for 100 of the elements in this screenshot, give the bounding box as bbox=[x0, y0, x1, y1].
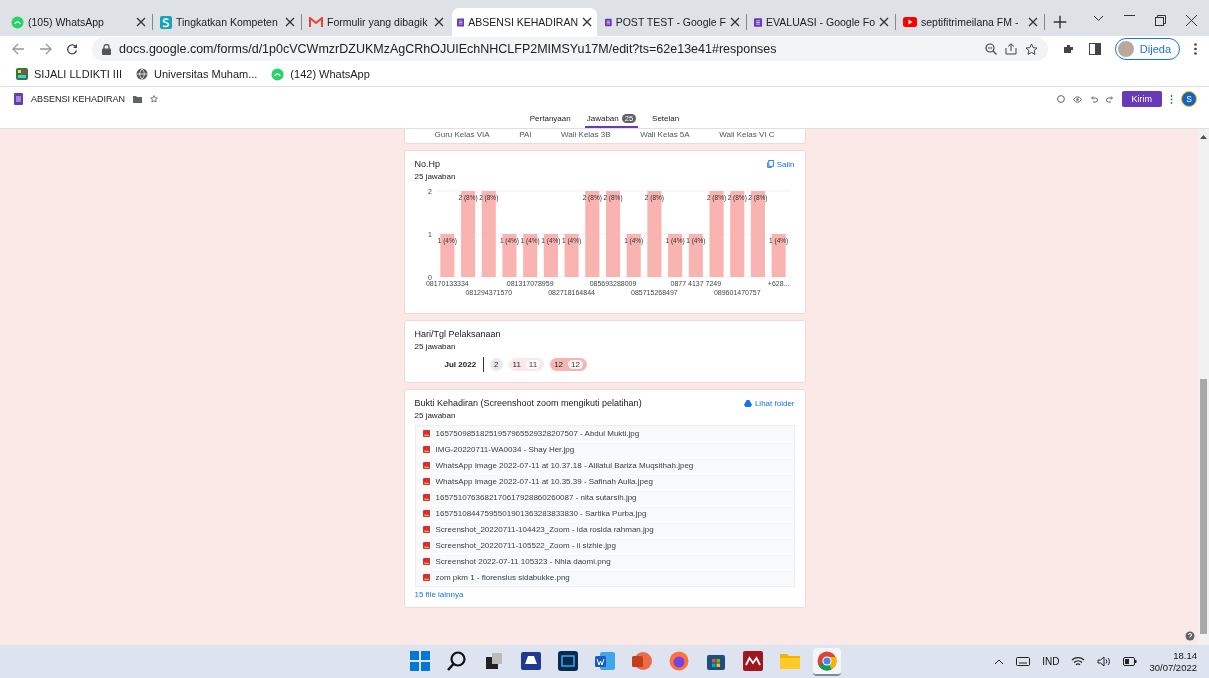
folder-icon[interactable] bbox=[133, 95, 143, 103]
browser-tab[interactable]: Formulir yang dibagik bbox=[304, 8, 449, 36]
month-label: Jul 2022 bbox=[444, 357, 485, 372]
close-icon[interactable] bbox=[582, 16, 592, 28]
image-file-icon bbox=[422, 478, 430, 485]
file-item[interactable]: Screenshot 2022-07-11 105323 - Nhla daomi.png bbox=[415, 554, 794, 570]
account-avatar[interactable]: S bbox=[1181, 91, 1197, 107]
image-file-icon bbox=[422, 462, 430, 469]
scrollbar-thumb[interactable] bbox=[1200, 379, 1207, 634]
firefox-icon bbox=[668, 649, 690, 672]
star-icon[interactable] bbox=[150, 95, 159, 103]
extensions-icon[interactable] bbox=[1061, 42, 1075, 56]
powerpoint-icon bbox=[631, 649, 653, 672]
redo-icon[interactable] bbox=[1105, 95, 1114, 103]
bookmark[interactable]: Universitas Muham... bbox=[136, 68, 258, 80]
menu-icon[interactable] bbox=[1194, 43, 1197, 55]
star-icon[interactable] bbox=[1024, 42, 1038, 56]
volume-icon[interactable] bbox=[1097, 656, 1112, 667]
time-label: 18.14 bbox=[1173, 649, 1197, 662]
close-icon[interactable] bbox=[1028, 16, 1038, 28]
browser-tab[interactable]: EVALUASI - Google Fo bbox=[749, 8, 894, 36]
file-item[interactable]: zom pkm 1 - florensius sidabukke.png bbox=[415, 570, 794, 586]
clock[interactable]: 18.14 30/07/2022 bbox=[1149, 649, 1197, 674]
reload-icon[interactable] bbox=[66, 43, 78, 55]
chevron-down-icon[interactable] bbox=[1093, 15, 1104, 22]
response-count: 25 jawaban bbox=[414, 342, 457, 351]
mendeley-icon bbox=[742, 649, 764, 672]
form-tab[interactable]: Setelan bbox=[650, 111, 682, 128]
wifi-icon[interactable] bbox=[1071, 656, 1086, 667]
scroll-up-icon[interactable] bbox=[1200, 134, 1207, 140]
file-item[interactable]: Screenshot_20220711-104423_Zoom - ida rosida rahman.jpg bbox=[415, 522, 794, 538]
close-icon[interactable] bbox=[730, 16, 740, 28]
date-chip[interactable]: 2 bbox=[490, 358, 503, 371]
browser-tab[interactable]: ABSENSI KEHADIRAN bbox=[452, 8, 597, 36]
bookmark[interactable]: SIJALI LLDIKTI III bbox=[16, 68, 123, 80]
restore-icon[interactable] bbox=[1155, 15, 1166, 26]
form-tab[interactable]: Pertanyaan bbox=[527, 111, 573, 128]
chat-icon bbox=[271, 67, 285, 81]
form-icon bbox=[754, 15, 763, 29]
search-icon bbox=[446, 649, 468, 672]
undo-icon[interactable] bbox=[1089, 95, 1098, 103]
help-icon[interactable] bbox=[1185, 631, 1195, 641]
file-item[interactable]: WhatsApp Image 2022-07-11 at 10.37.18 - Alilatul Bariza Muqsithah.jpeg bbox=[415, 458, 794, 474]
image-file-icon bbox=[422, 542, 430, 549]
date-chip[interactable]: 12 12 bbox=[550, 358, 587, 371]
question-title: Bukti Kehadiran (Screenshoot zoom mengikuti pelatihan) bbox=[414, 398, 642, 408]
close-icon[interactable] bbox=[136, 16, 146, 28]
mail-icon bbox=[309, 16, 323, 28]
browser-tab[interactable]: septifitrimeilana FM - bbox=[898, 8, 1043, 36]
sidebar-icon[interactable] bbox=[1088, 43, 1101, 55]
file-item[interactable]: 1657510763682170617928860260087 - nita sutarsih.jpg bbox=[415, 490, 794, 506]
browser-tab[interactable]: (105) WhatsApp bbox=[6, 8, 151, 36]
zoom-icon[interactable] bbox=[984, 43, 997, 55]
file-item[interactable]: 16575108447595501901363283833830 - Sartika Purba.jpg bbox=[415, 506, 794, 522]
file-item[interactable]: WhatsApp Image 2022-07-11 at 10.35.39 - Safinah Aulia.jpeg bbox=[415, 474, 794, 490]
forward-icon[interactable] bbox=[39, 43, 52, 55]
share-icon[interactable] bbox=[1004, 43, 1017, 55]
browser-tab[interactable]: POST TEST - Google F bbox=[600, 8, 745, 36]
palette-icon[interactable] bbox=[1056, 95, 1065, 103]
file-item[interactable]: Screenshot_20220711-105522_Zoom - ii sizhie.jpg bbox=[415, 538, 794, 554]
bar bbox=[543, 234, 558, 277]
lock-icon bbox=[102, 43, 111, 55]
view-folder-link[interactable]: Lihat folder bbox=[743, 398, 795, 408]
copy-button[interactable]: Salin bbox=[766, 159, 795, 169]
back-icon[interactable] bbox=[12, 43, 25, 55]
file-item[interactable]: 16575098518251957965529328207507 - Abdul Mukti.jpg bbox=[415, 426, 794, 442]
browser-tab[interactable]: Tingkatkan Kompeten bbox=[155, 8, 300, 36]
bookmark[interactable]: (142) WhatsApp bbox=[271, 67, 370, 81]
close-icon[interactable] bbox=[285, 16, 295, 28]
more-icon[interactable] bbox=[1170, 94, 1173, 104]
minimize-icon[interactable] bbox=[1124, 15, 1135, 17]
response-count: 25 jawaban bbox=[414, 411, 457, 420]
more-files-link[interactable]: 15 file lainnya bbox=[414, 590, 795, 599]
address-bar[interactable]: docs.google.com/forms/d/1p0cVCWmzrDZUKMzAgCRhOJUIEchNHCLFP2MIMSYu17M/edit?ts=62e13e41#responses bbox=[92, 37, 1048, 61]
keyboard-icon[interactable] bbox=[1016, 657, 1031, 666]
battery-icon[interactable] bbox=[1123, 657, 1138, 666]
app-icon bbox=[16, 68, 28, 80]
image-file-icon bbox=[422, 494, 430, 501]
file-item[interactable]: IMG-20220711-WA0034 - Shay Her.jpg bbox=[415, 442, 794, 458]
close-icon[interactable] bbox=[1186, 15, 1197, 26]
video-icon bbox=[903, 17, 917, 27]
chevron-up-icon[interactable] bbox=[994, 658, 1005, 665]
column-label: Guru Kelas VIA bbox=[434, 130, 490, 139]
date-chip[interactable]: 11 11 bbox=[508, 358, 545, 371]
language-indicator[interactable]: IND bbox=[1042, 656, 1060, 667]
chrome-icon bbox=[816, 649, 838, 672]
bar bbox=[688, 234, 703, 277]
close-icon[interactable] bbox=[434, 16, 444, 28]
column-label: PAI bbox=[519, 130, 532, 139]
copy-icon bbox=[766, 160, 774, 168]
new-tab-icon[interactable] bbox=[1051, 13, 1069, 31]
count-label: 11 bbox=[525, 360, 541, 369]
image-file-icon bbox=[422, 446, 430, 453]
close-icon[interactable] bbox=[879, 16, 889, 28]
response-count: 25 jawaban bbox=[414, 172, 457, 181]
image-file-icon bbox=[422, 574, 430, 581]
column-label: Wali Kelas 5A bbox=[640, 130, 690, 139]
column-label: Wali Kelas VI C bbox=[719, 130, 775, 139]
send-button[interactable]: Kirim bbox=[1121, 91, 1162, 107]
preview-icon[interactable] bbox=[1072, 95, 1082, 103]
